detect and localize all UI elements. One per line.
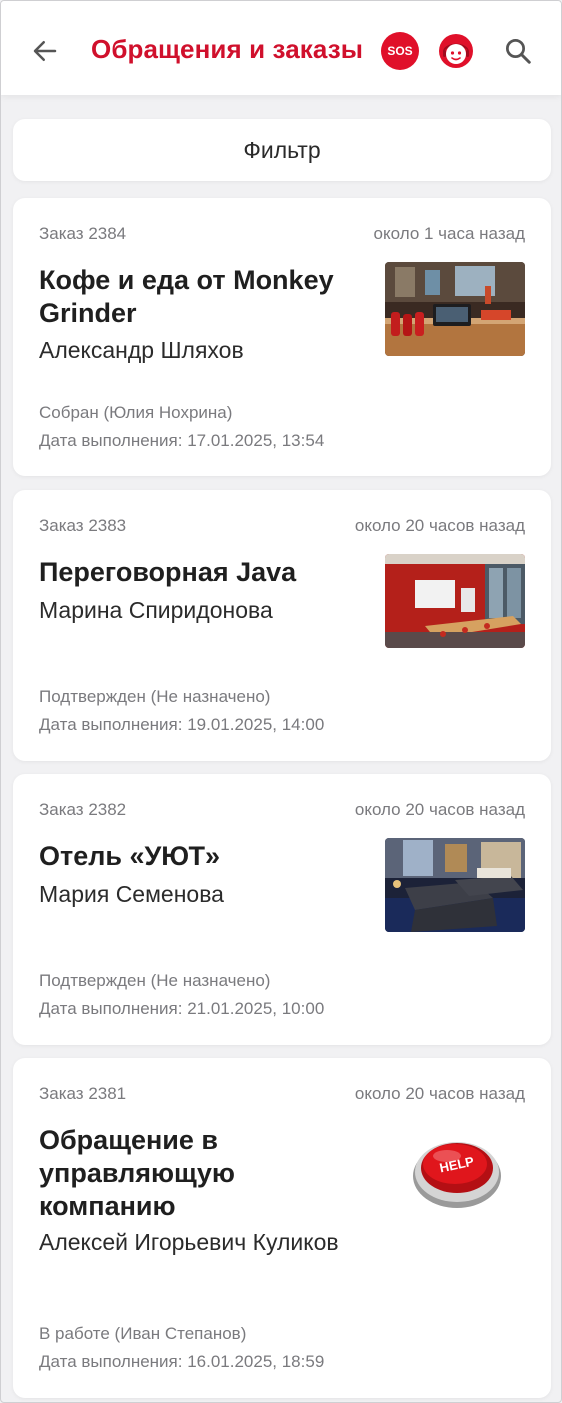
order-status: Собран (Юлия Нохрина) — [39, 403, 233, 422]
cafe-photo — [385, 262, 525, 356]
order-person: Марина Спиридонова — [39, 597, 273, 623]
filter-button[interactable]: Фильтр — [13, 119, 551, 181]
order-title: Обращение в управляющую компанию — [39, 1125, 235, 1221]
meeting-room-photo — [385, 554, 525, 648]
order-title: Переговорная Java — [39, 557, 297, 587]
order-status: Подтвержден (Не назначено) — [39, 971, 271, 990]
help-button-picture: HELP — [385, 1122, 525, 1216]
order-time-ago: около 20 часов назад — [354, 516, 525, 535]
order-title: Отель «УЮТ» — [39, 841, 220, 871]
back-button[interactable] — [25, 33, 65, 69]
order-status: В работе (Иван Степанов) — [39, 1324, 247, 1343]
app-screen: Обращения и заказы SOS Фильтр Заказ 2384… — [0, 0, 562, 1403]
hotel-room-photo — [385, 838, 525, 932]
order-card[interactable]: Заказ 2383 около 20 часов назад Перегово… — [13, 490, 551, 761]
order-card[interactable]: Заказ 2384 около 1 часа назад Кофе и еда… — [13, 198, 551, 476]
search-button[interactable] — [499, 32, 537, 70]
sos-button[interactable]: SOS — [381, 32, 419, 70]
support-avatar-button[interactable] — [437, 32, 475, 70]
order-person: Александр Шляхов — [39, 337, 244, 363]
search-icon — [506, 39, 531, 64]
order-title: Кофе и еда от Monkey Grinder — [39, 265, 334, 328]
order-due-date: Дата выполнения: 21.01.2025, 10:00 — [39, 999, 325, 1018]
order-number: Заказ 2383 — [39, 516, 127, 535]
support-agent-icon — [439, 34, 473, 68]
order-person: Мария Семенова — [39, 881, 224, 907]
order-status: Подтвержден (Не назначено) — [39, 687, 271, 706]
top-app-bar: Обращения и заказы SOS — [1, 1, 561, 95]
order-number: Заказ 2384 — [39, 224, 127, 243]
order-due-date: Дата выполнения: 17.01.2025, 13:54 — [39, 431, 325, 450]
order-time-ago: около 1 часа назад — [373, 224, 525, 243]
order-due-date: Дата выполнения: 19.01.2025, 14:00 — [39, 715, 325, 734]
order-person: Алексей Игорьевич Куликов — [39, 1229, 339, 1255]
order-card[interactable]: Заказ 2381 около 20 часов назад Обращени… — [13, 1058, 551, 1398]
order-time-ago: около 20 часов назад — [354, 1084, 525, 1103]
page-title: Обращения и заказы — [91, 34, 364, 64]
arrow-left-icon — [33, 41, 57, 61]
order-card[interactable]: Заказ 2382 около 20 часов назад Отель «У… — [13, 774, 551, 1045]
order-number: Заказ 2381 — [39, 1084, 127, 1103]
order-due-date: Дата выполнения: 16.01.2025, 18:59 — [39, 1352, 325, 1371]
order-number: Заказ 2382 — [39, 800, 127, 819]
order-time-ago: около 20 часов назад — [354, 800, 525, 819]
